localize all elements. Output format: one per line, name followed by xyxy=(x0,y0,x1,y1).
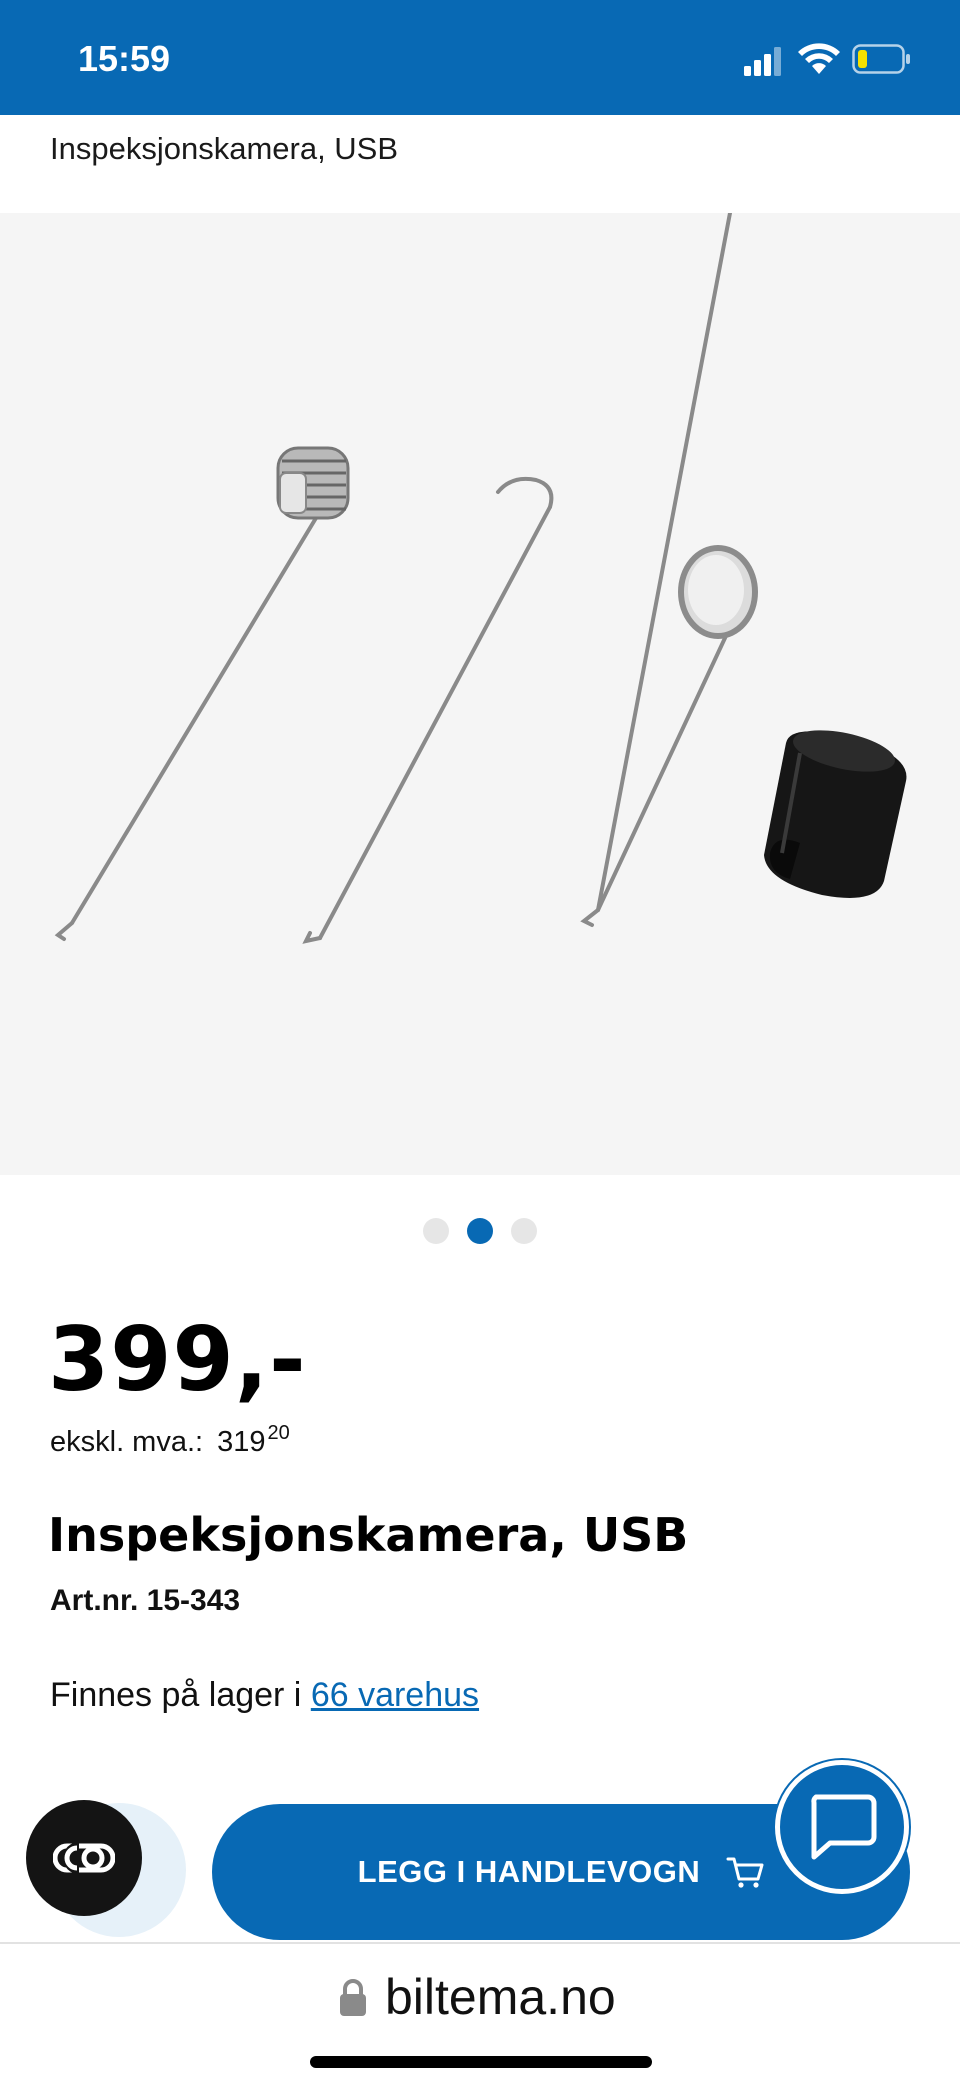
battery-icon xyxy=(852,44,910,74)
lock-icon xyxy=(340,1979,366,2016)
home-indicator xyxy=(310,2056,652,2068)
stock-info: Finnes på lager i 66 varehus xyxy=(50,1676,479,1715)
vat-price-cents: 20 xyxy=(267,1422,290,1444)
chat-button[interactable] xyxy=(775,1760,909,1894)
signal-icon xyxy=(744,47,781,76)
carousel-dot-1[interactable] xyxy=(423,1218,449,1244)
breadcrumb-title[interactable]: Inspeksjonskamera, USB xyxy=(50,131,398,167)
url-domain[interactable]: biltema.no xyxy=(385,1968,616,2026)
product-image[interactable] xyxy=(0,213,960,1175)
article-number: Art.nr. 15-343 xyxy=(50,1584,241,1617)
vat-label: ekskl. mva.: xyxy=(50,1426,204,1458)
breadcrumb: Inspeksjonskamera, USB xyxy=(0,115,960,213)
adapter-sleeve xyxy=(764,730,907,898)
status-bar: 15:59 xyxy=(0,0,960,115)
product-name: Inspeksjonskamera, USB xyxy=(48,1508,689,1562)
carousel-dot-2-active[interactable] xyxy=(467,1218,493,1244)
chat-icon xyxy=(811,1794,877,1860)
cookie-settings-icon xyxy=(53,1842,115,1874)
magnet-head xyxy=(276,446,350,520)
stock-prefix: Finnes på lager i xyxy=(50,1676,311,1714)
stock-stores-link[interactable]: 66 varehus xyxy=(311,1676,479,1714)
product-image-illustration xyxy=(0,213,960,1175)
browser-url-bar[interactable]: biltema.no xyxy=(0,1942,960,2078)
add-to-cart-label: LEGG I HANDLEVOGN xyxy=(357,1854,701,1889)
vat-price-main: 319 xyxy=(217,1426,266,1458)
wifi-icon xyxy=(798,43,840,74)
vat-price-line: ekskl. mva.: 319 20 xyxy=(50,1422,290,1459)
carousel-dot-3[interactable] xyxy=(511,1218,537,1244)
status-time: 15:59 xyxy=(78,38,171,79)
cart-icon xyxy=(726,1857,764,1888)
cookie-settings-button[interactable] xyxy=(26,1800,142,1916)
product-price: 399,- xyxy=(48,1308,307,1411)
carousel-dots xyxy=(0,1218,960,1244)
